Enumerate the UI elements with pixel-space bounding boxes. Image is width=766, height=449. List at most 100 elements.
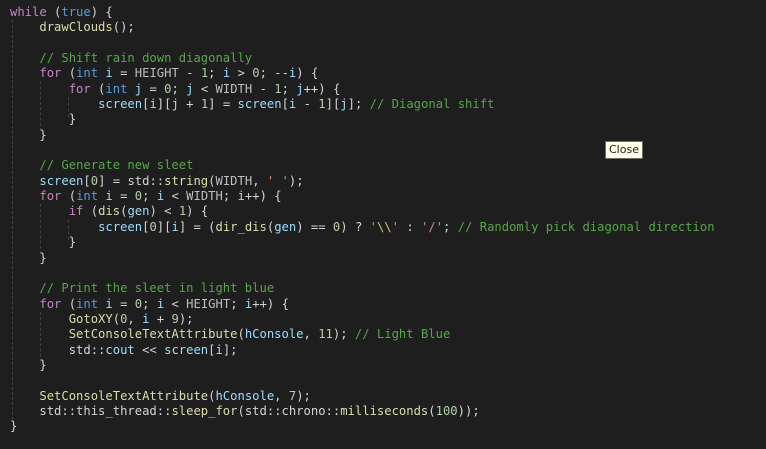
code-token: ] = ( <box>178 219 216 234</box>
code-token: ( <box>428 403 436 418</box>
code-token: j <box>171 97 179 112</box>
code-line: std::cout << screen[i]; <box>10 343 715 358</box>
code-token: WIDTH <box>215 173 253 188</box>
code-token: ( <box>237 327 245 342</box>
code-line: // Print the sleet in light blue <box>10 281 715 296</box>
code-token: j <box>296 81 304 96</box>
code-token: j <box>340 97 348 112</box>
code-token: ; <box>142 296 157 311</box>
code-token: ; <box>222 189 238 204</box>
code-token: (std::chrono:: <box>237 403 341 418</box>
code-token: )); <box>457 403 480 418</box>
close-tooltip: Close <box>605 141 643 159</box>
code-token: (); <box>112 20 135 35</box>
code-token: true <box>61 5 91 19</box>
code-token: j <box>134 81 143 96</box>
code-token: '/' <box>421 219 444 234</box>
code-token: gen <box>274 219 297 234</box>
code-line: } <box>10 235 715 250</box>
code-token: for <box>68 81 91 96</box>
code-line: while (true) { <box>10 5 715 20</box>
code-token: SetConsoleTextAttribute <box>39 388 209 403</box>
code-token: + <box>149 311 172 326</box>
code-line: std::this_thread::sleep_for(std::chrono:… <box>10 404 715 419</box>
code-token: screen <box>98 97 143 112</box>
code-token: ' <box>391 219 399 234</box>
code-token: ( <box>46 5 62 19</box>
code-token: 100 <box>435 403 458 418</box>
code-token: ++) { <box>252 296 289 311</box>
code-token: // Shift rain down diagonally <box>39 51 253 66</box>
code-line: screen[0][i] = (dir_dis(gen) == 0) ? '\\… <box>10 219 715 235</box>
code-token: [ <box>83 173 91 188</box>
code-token: int <box>105 81 128 96</box>
code-token: : <box>399 219 422 234</box>
code-token: 11 <box>318 327 333 342</box>
code-token: } <box>10 112 77 127</box>
code-token: sleep_for <box>171 403 238 418</box>
code-token: gen <box>127 204 150 219</box>
code-token: // Randomly pick diagonal direction <box>457 219 715 234</box>
code-token: i <box>237 189 245 204</box>
code-token: 1 <box>274 81 282 96</box>
code-token: screen <box>237 97 282 112</box>
code-token: WIDTH <box>215 81 253 96</box>
code-token: ] = <box>208 97 238 112</box>
code-token: - <box>296 97 319 112</box>
code-token: ( <box>83 204 99 219</box>
code-token: ; <box>142 189 157 204</box>
code-token: int <box>76 66 99 81</box>
code-token: [ <box>281 97 289 112</box>
code-line: for (int i = 0; i < HEIGHT; i++) { <box>10 297 715 312</box>
code-token: std::this_thread:: <box>39 403 172 418</box>
code-token: ' ' <box>266 173 289 188</box>
code-token: ( <box>112 311 121 326</box>
code-token: ( <box>208 173 216 188</box>
code-token: ] = <box>98 173 128 188</box>
code-token: ; <box>171 81 187 96</box>
code-line: } <box>10 358 715 373</box>
code-token: 0 <box>90 173 99 188</box>
code-token: ( <box>61 189 77 204</box>
code-token: , <box>303 327 319 342</box>
code-token: ) == <box>296 219 333 234</box>
code-line: // Generate new sleet <box>10 158 715 173</box>
code-token: // Light Blue <box>354 327 451 342</box>
code-line: screen[i][j + 1] = screen[i - 1][j]; // … <box>10 97 715 112</box>
code-token: // Print the sleet in light blue <box>39 281 275 296</box>
code-token: , <box>274 388 289 403</box>
code-token: ; <box>281 81 297 96</box>
code-token: ][ <box>156 219 172 234</box>
code-line: for (int j = 0; j < WIDTH - 1; j++) { <box>10 82 715 97</box>
code-token: 1 <box>318 97 326 112</box>
code-token: \\ <box>376 219 392 234</box>
code-token: dir_dis <box>215 219 267 234</box>
code-token: 0 <box>149 219 157 234</box>
code-token: 0 <box>252 66 260 81</box>
code-token: - <box>178 66 201 81</box>
code-token: << <box>134 342 165 357</box>
code-token: < <box>164 296 187 311</box>
code-token: ++) { <box>244 189 282 204</box>
code-token: j <box>186 81 194 96</box>
code-token: ( <box>90 81 106 96</box>
code-token: - <box>252 81 275 96</box>
code-token: screen <box>164 342 209 357</box>
code-token: i <box>105 296 113 311</box>
code-token: while <box>10 5 47 19</box>
code-text-area[interactable]: while (true) { drawClouds(); // Shift ra… <box>10 5 715 435</box>
code-token: , <box>127 311 143 326</box>
code-token: // Diagonal shift <box>369 97 495 112</box>
